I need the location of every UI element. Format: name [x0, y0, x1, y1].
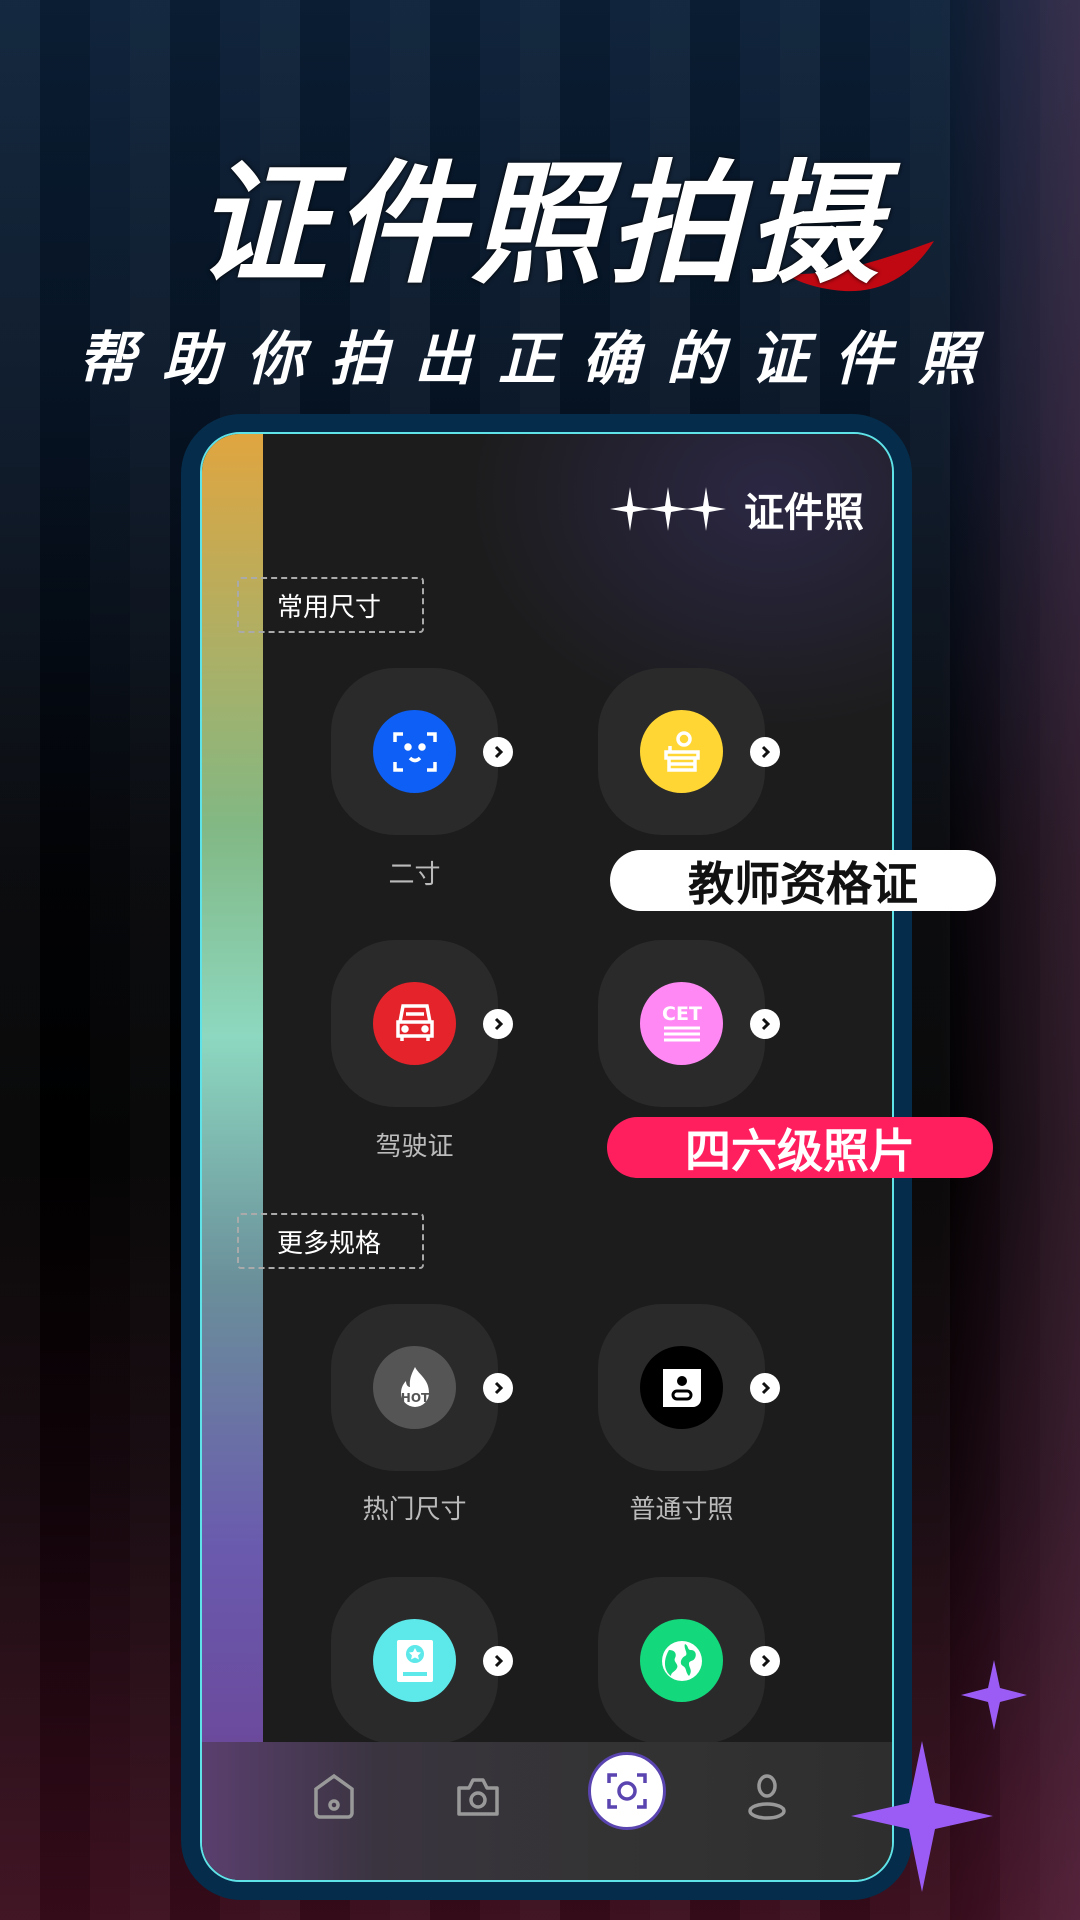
nav-home[interactable]: [299, 1762, 369, 1832]
chevron-right-icon[interactable]: [483, 1373, 513, 1403]
svg-text:CET: CET: [662, 1003, 702, 1025]
tile-passport[interactable]: [331, 1577, 513, 1744]
section-common-sizes: 常用尺寸: [237, 577, 424, 633]
section-more-specs: 更多规格: [237, 1213, 424, 1269]
promo-title: 证件照拍摄: [195, 148, 885, 302]
tile-hot-sizes[interactable]: HOT: [331, 1304, 513, 1471]
sparkle-small-icon: [961, 1660, 1027, 1730]
scan-capture-icon: [607, 1773, 647, 1809]
passport-icon: [373, 1619, 456, 1702]
cet-icon: CET: [640, 982, 723, 1065]
chevron-right-icon[interactable]: [483, 737, 513, 767]
tile-two-inch[interactable]: [331, 668, 513, 835]
chevron-right-icon[interactable]: [750, 1646, 780, 1676]
nav-profile[interactable]: [732, 1762, 802, 1832]
tile-teacher-cert[interactable]: [598, 668, 780, 835]
chevron-right-icon[interactable]: [750, 1373, 780, 1403]
tile-label: 普通寸照: [629, 1495, 734, 1525]
tile-label: 热门尺寸: [362, 1495, 467, 1525]
hot-fire-icon: HOT: [373, 1346, 456, 1429]
sparkle-large-icon: [851, 1741, 993, 1892]
svg-text:HOT: HOT: [400, 1391, 429, 1405]
bottom-nav: [202, 1742, 892, 1880]
id-photo-icon: [640, 1346, 723, 1429]
car-icon: [373, 982, 456, 1065]
chevron-right-icon[interactable]: [483, 1646, 513, 1676]
user-icon: [748, 1774, 786, 1820]
tile-label: 二寸: [388, 860, 441, 890]
tile-international[interactable]: [598, 1577, 780, 1744]
header-title: 证件照: [744, 490, 864, 536]
face-scan-icon: [373, 710, 456, 793]
callout-cet-photo[interactable]: 四六级照片: [607, 1117, 993, 1178]
nav-camera[interactable]: [443, 1762, 513, 1832]
chevron-right-icon[interactable]: [750, 737, 780, 767]
globe-icon: [640, 1619, 723, 1702]
teacher-podium-icon: [640, 710, 723, 793]
callout-teacher-cert[interactable]: 教师资格证: [610, 850, 996, 911]
camera-icon: [457, 1778, 499, 1816]
promo-subtitle: 帮助你拍出正确的证件照: [77, 325, 1002, 393]
home-icon: [314, 1773, 354, 1819]
tile-standard-photo[interactable]: [598, 1304, 780, 1471]
tile-cet[interactable]: CET: [598, 940, 780, 1107]
tile-label: 驾驶证: [375, 1132, 454, 1162]
chevron-right-icon[interactable]: [483, 1009, 513, 1039]
chevron-right-icon[interactable]: [750, 1009, 780, 1039]
sparkles-icon: [610, 487, 726, 531]
tile-driver-license[interactable]: [331, 940, 513, 1107]
nav-scan-capture[interactable]: [588, 1752, 666, 1830]
app-header: 证件照: [610, 480, 864, 538]
